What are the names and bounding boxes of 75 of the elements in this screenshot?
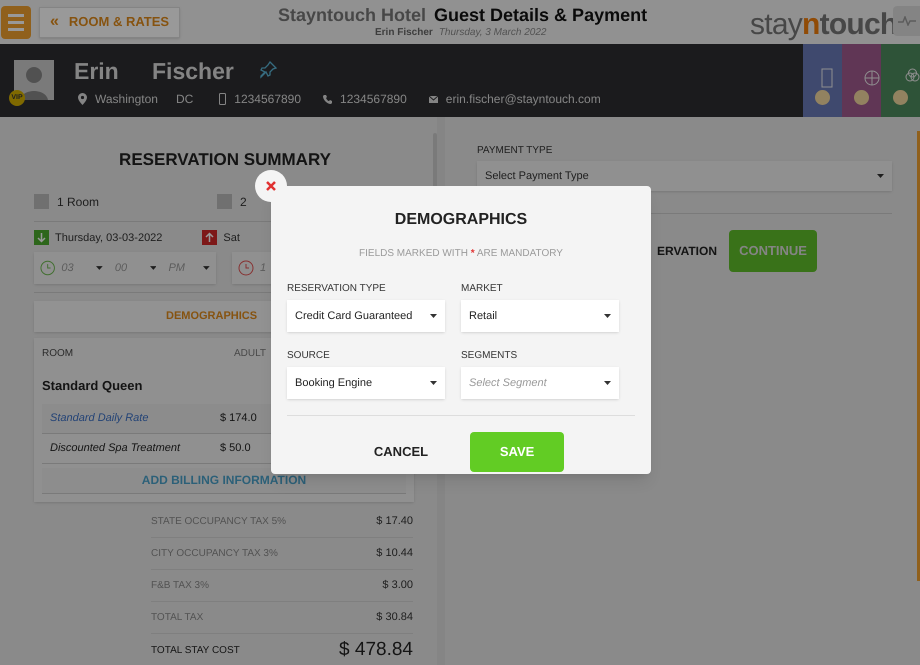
last-name: Fischer — [152, 57, 234, 86]
date: Thursday, 3 March 2022 — [438, 27, 546, 39]
mandatory-note: FIELDS MARKED WITH * ARE MANDATORY — [358, 247, 564, 261]
tax-label: TOTAL TAX — [151, 610, 204, 624]
arrival-date: Thursday, 03-03-2022 — [55, 230, 162, 246]
field-label: SOURCE — [287, 349, 331, 363]
dropdown[interactable]: Booking Engine — [287, 367, 445, 399]
cancel-reservation-button[interactable]: ERVATION — [657, 242, 718, 260]
caret-icon — [604, 314, 611, 318]
caret-icon — [96, 266, 103, 270]
pin-icon[interactable] — [259, 61, 277, 79]
dropdown[interactable]: Retail — [461, 300, 619, 332]
location-pin-icon — [78, 93, 87, 105]
back-button[interactable]: « ROOM & RATES — [39, 6, 180, 38]
column-header: ROOM — [42, 346, 74, 360]
payment-type-dropdown[interactable]: Select Payment Type — [477, 161, 892, 191]
tax-amount: $ 30.84 — [376, 610, 413, 625]
amount: $ 174.0 — [220, 410, 257, 426]
clock-icon — [40, 260, 56, 276]
section-title: RESERVATION SUMMARY — [118, 149, 332, 171]
caret-icon — [203, 266, 210, 270]
tax-label: STATE OCCUPANCY TAX 5% — [151, 514, 286, 528]
amount: $ 50.0 — [220, 440, 251, 456]
caret-icon — [150, 266, 156, 270]
total-label: TOTAL STAY COST — [151, 644, 240, 658]
caret-icon — [430, 381, 437, 385]
menu-button[interactable] — [1, 6, 31, 38]
down-arrow-icon — [34, 230, 49, 246]
field-label: SEGMENTS — [461, 349, 518, 363]
field-label: PAYMENT TYPE — [477, 144, 554, 158]
close-icon — [266, 181, 276, 191]
tax-label: CITY OCCUPANCY TAX 3% — [151, 546, 278, 560]
tax-amount: $ 17.40 — [376, 514, 413, 529]
continue-button[interactable]: CONTINUE — [729, 230, 818, 272]
state: DC — [176, 91, 194, 108]
tax-label: F&B TAX 3% — [151, 578, 209, 592]
save-button[interactable]: SAVE — [470, 432, 564, 472]
dialog-title: DEMOGRAPHICS — [394, 210, 528, 230]
mobile-phone-icon — [219, 93, 226, 105]
first-name: Erin — [74, 57, 119, 86]
tax-amount: $ 10.44 — [376, 546, 413, 561]
city: Washington — [95, 91, 158, 108]
item-name: Discounted Spa Treatment — [50, 440, 182, 456]
room-name: Standard Queen — [42, 377, 142, 395]
departure-date: Sat — [223, 230, 240, 246]
envelope-icon — [428, 96, 438, 102]
dropdown[interactable]: Select Segment — [461, 367, 619, 399]
guest-name: Erin Fischer — [375, 27, 433, 39]
hotel-name: Stayntouch Hotel — [278, 4, 426, 26]
field-label: MARKET — [461, 282, 504, 296]
rooms-count: 1 Room — [57, 194, 100, 210]
cancel-button[interactable]: CANCEL — [374, 442, 428, 462]
column-header: ADULT — [234, 346, 266, 360]
mobile-number: 1234567890 — [234, 91, 302, 108]
building-icon — [821, 68, 833, 88]
page-title: Guest Details & Payment — [434, 4, 648, 26]
phone-icon — [323, 94, 332, 104]
caret-icon — [430, 314, 437, 318]
total-amount: $ 478.84 — [339, 638, 413, 662]
rate-link[interactable]: Standard Daily Rate — [50, 410, 220, 426]
dropdown[interactable]: Credit Card Guaranteed — [287, 300, 445, 332]
pulse-icon — [898, 16, 916, 26]
activity-button[interactable] — [893, 6, 920, 36]
phone-number: 1234567890 — [340, 91, 407, 108]
nights-count: 2 — [240, 194, 247, 210]
tax-amount: $ 3.00 — [382, 578, 413, 593]
caret-icon — [604, 381, 611, 385]
circles-icon — [905, 68, 920, 82]
caret-icon — [877, 174, 884, 178]
double-chevron-icon: « — [50, 14, 59, 30]
globe-icon — [864, 70, 880, 86]
clock-icon — [238, 260, 254, 276]
tab-strip[interactable] — [803, 44, 920, 117]
email: erin.fischer@stayntouch.com — [446, 91, 601, 108]
field-label: RESERVATION TYPE — [287, 282, 387, 296]
